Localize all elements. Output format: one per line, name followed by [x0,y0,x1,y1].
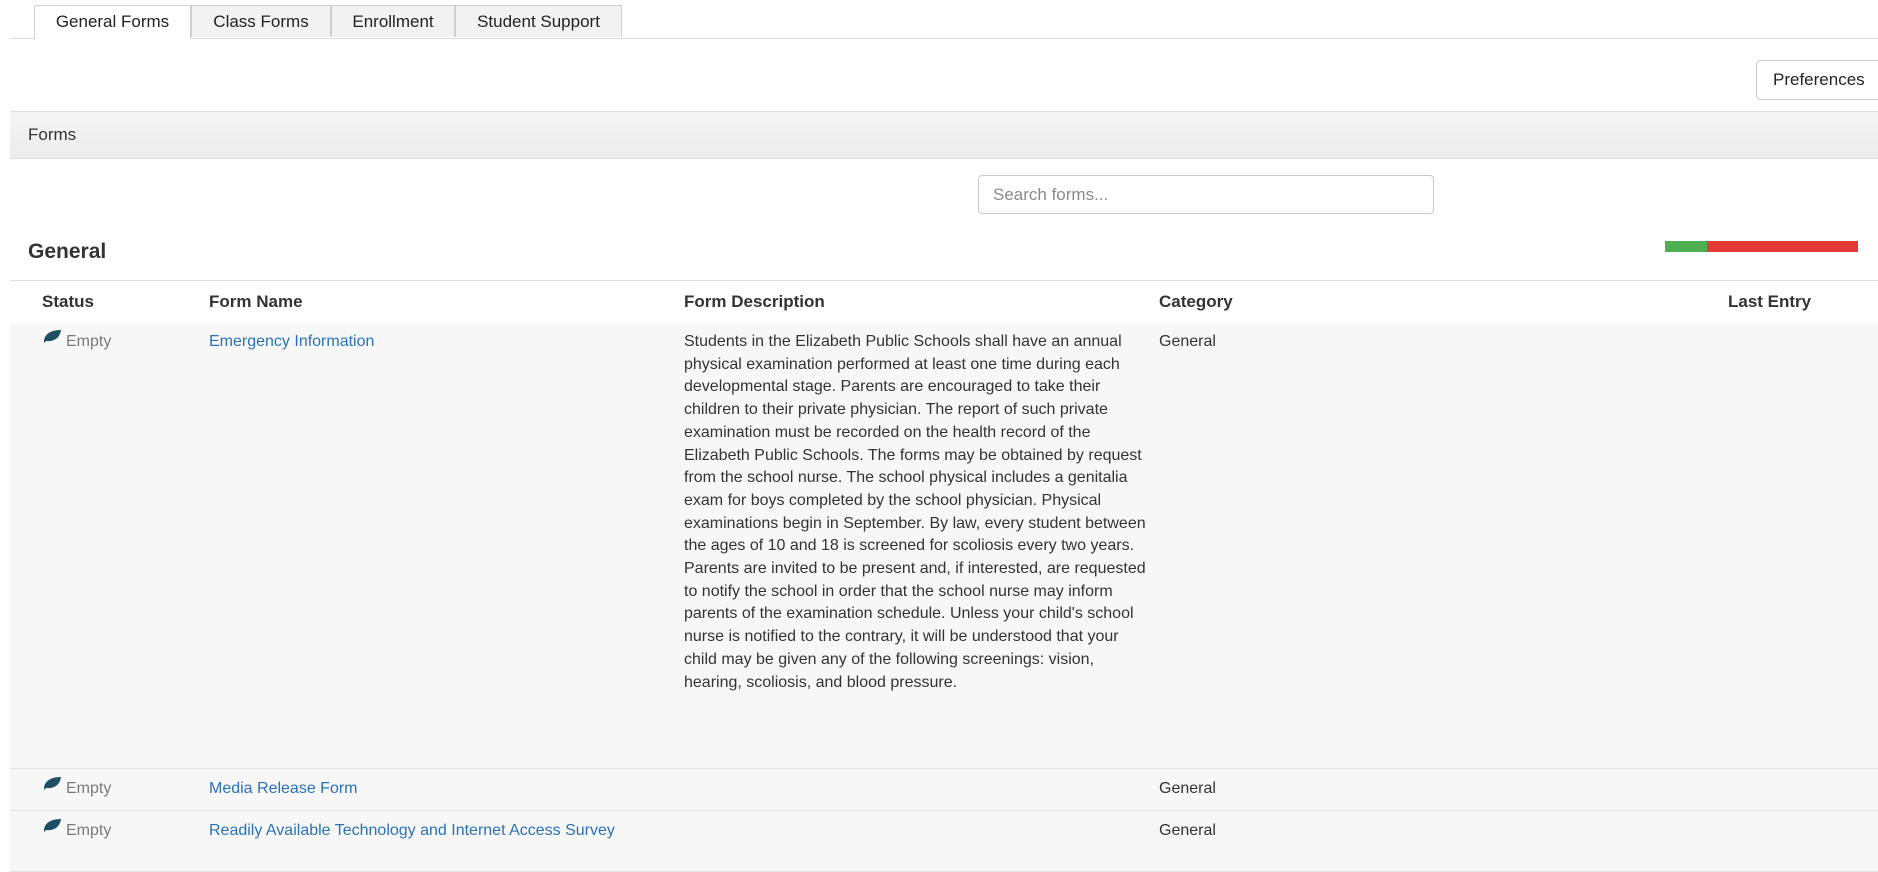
leaf-icon [42,328,62,352]
header-form-name: Form Name [209,292,303,311]
table-row: Empty Media Release Form General [10,769,1878,811]
leaf-icon [42,817,62,841]
header-category: Category [1159,292,1233,311]
section-title: General [28,240,107,263]
table-row: Empty Emergency Information Students in … [10,323,1878,769]
table-header: Status Form Name Form Description Catego… [10,280,1878,324]
forms-header-label: Forms [28,125,77,144]
form-link-technology-survey[interactable]: Readily Available Technology and Interne… [209,820,649,843]
status-cell: Empty [42,775,112,801]
form-link-media-release-form[interactable]: Media Release Form [209,778,358,801]
status-text: Empty [66,780,112,797]
status-text: Empty [66,822,112,839]
category-cell: General [1159,333,1216,350]
header-last-entry: Last Entry [1728,292,1812,311]
status-cell: Empty [42,817,112,843]
completion-progress-fill [1665,241,1708,252]
form-description: Students in the Elizabeth Public Schools… [684,333,1146,691]
category-cell: General [1159,822,1216,839]
forms-section-header: Forms [10,111,1878,159]
category-cell: General [1159,780,1216,797]
completion-progress-bar [1665,241,1858,252]
header-status: Status [42,292,94,311]
tab-student-support[interactable]: Student Support [455,5,622,37]
status-cell: Empty [42,328,112,354]
form-tabs: General Forms Class Forms Enrollment Stu… [10,5,1878,39]
leaf-icon [42,775,62,799]
status-text: Empty [66,333,112,350]
tab-enrollment[interactable]: Enrollment [331,5,455,37]
form-link-emergency-information[interactable]: Emergency Information [209,331,374,354]
preferences-button[interactable]: Preferences [1756,60,1878,100]
header-form-description: Form Description [684,292,825,311]
tab-general-forms[interactable]: General Forms [34,5,191,39]
search-forms-input[interactable] [978,175,1434,214]
tab-class-forms[interactable]: Class Forms [191,5,331,37]
table-row: Empty Readily Available Technology and I… [10,811,1878,872]
